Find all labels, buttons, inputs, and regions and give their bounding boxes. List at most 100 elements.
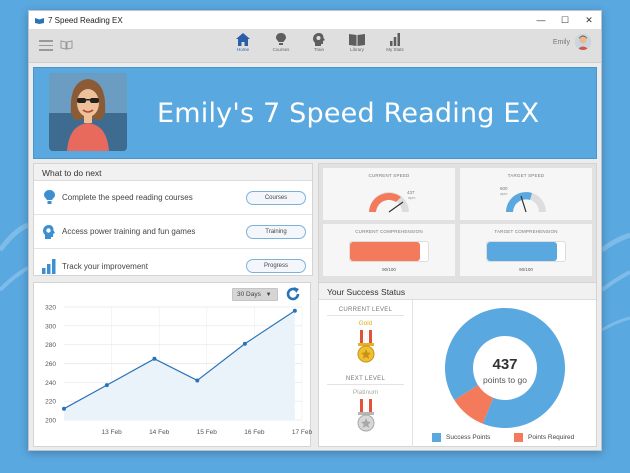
- training-button[interactable]: Training: [246, 224, 306, 239]
- gold-medal-icon: [357, 330, 375, 363]
- target-comprehension-card: TARGET COMPREHENSION 90/100: [460, 224, 592, 276]
- data-point: [152, 356, 157, 361]
- main-nav: Home Courses Train Library My Stats: [224, 31, 414, 52]
- target-speed-label: TARGET SPEED: [507, 173, 545, 178]
- target-speed-card: TARGET SPEED 600 wpm: [460, 168, 592, 220]
- nav-my-stats-label: My Stats: [386, 47, 404, 52]
- home-icon: [236, 33, 250, 46]
- legend-required: Points Required: [514, 433, 574, 442]
- todo-panel: What to do next Complete the speed readi…: [33, 163, 313, 276]
- username: Emily: [552, 38, 570, 46]
- bar-chart-icon: [390, 33, 400, 46]
- y-tick-label: 220: [45, 399, 56, 406]
- next-level-label: NEXT LEVEL: [345, 376, 386, 382]
- x-tick-label: 13 Feb: [101, 429, 122, 436]
- y-tick-label: 280: [45, 342, 56, 349]
- profile-photo: [49, 73, 127, 151]
- current-comprehension-value: 90/100: [382, 267, 396, 272]
- nav-courses[interactable]: Courses: [262, 31, 300, 52]
- current-comprehension-fill: [350, 242, 421, 261]
- data-point: [104, 383, 109, 388]
- current-speed-unit: wpm: [408, 196, 415, 200]
- target-speed-value: 600: [500, 186, 508, 191]
- legend-success: Success Points: [432, 433, 490, 442]
- nav-my-stats[interactable]: My Stats: [376, 31, 414, 52]
- nav-courses-label: Courses: [272, 47, 290, 52]
- current-comprehension-card: CURRENT COMPREHENSION 90/100: [323, 224, 455, 276]
- progress-chart-panel: 30 Days ▼ 200 220 240 260 280 300 320 13 Feb 14 …: [33, 282, 312, 447]
- current-speed-gauge: 437 wpm: [369, 190, 415, 213]
- maximize-button[interactable]: ☐: [553, 11, 577, 29]
- divider: [327, 384, 404, 385]
- platinum-medal-icon: [357, 399, 375, 432]
- y-tick-label: 240: [45, 380, 56, 387]
- next-level-name: Platinum: [352, 389, 379, 396]
- nav-train[interactable]: Train: [300, 31, 338, 52]
- close-button[interactable]: ✕: [577, 11, 601, 29]
- points-to-go-value: 437: [492, 356, 517, 373]
- current-speed-card: CURRENT SPEED 437 wpm: [323, 168, 455, 220]
- success-status-panel: Your Success Status CURRENT LEVEL Gold N…: [318, 282, 597, 447]
- data-point: [292, 308, 297, 313]
- area-fill: [64, 310, 295, 420]
- hero-banner: Emily's 7 Speed Reading EX: [33, 67, 597, 159]
- divider: [412, 300, 413, 447]
- success-donut-chart: 437 points to go: [445, 308, 565, 428]
- nav-library[interactable]: Library: [338, 31, 376, 52]
- book-library-icon: [349, 34, 365, 46]
- avatar: [575, 34, 591, 50]
- stats-grid: CURRENT SPEED 437 wpm TARGET SPEED 600 w…: [318, 163, 597, 283]
- open-book-icon[interactable]: [60, 40, 73, 50]
- y-tick-label: 320: [45, 305, 56, 312]
- divider: [327, 315, 404, 316]
- menu-icon[interactable]: [39, 40, 53, 51]
- nav-home[interactable]: Home: [224, 31, 262, 52]
- current-comprehension-label: CURRENT COMPREHENSION: [355, 229, 423, 234]
- y-tick-label: 200: [45, 418, 56, 425]
- minimize-button[interactable]: —: [529, 11, 553, 29]
- app-logo-icon: [35, 17, 44, 24]
- success-heading: Your Success Status: [319, 283, 596, 300]
- current-level-label: CURRENT LEVEL: [338, 307, 393, 313]
- todo-item-progress: Track your improvement Progress: [34, 249, 312, 283]
- todo-heading: What to do next: [34, 164, 312, 181]
- brain-head-icon: [313, 33, 325, 46]
- current-speed-value: 437: [407, 190, 415, 195]
- nav-library-label: Library: [350, 47, 364, 52]
- data-point: [195, 378, 200, 383]
- data-point: [242, 341, 247, 346]
- app-window: 7 Speed Reading EX — ☐ ✕ Home Courses Tr…: [28, 10, 602, 451]
- target-comprehension-bar: [486, 241, 566, 262]
- points-to-go-caption: points to go: [483, 375, 527, 385]
- data-point: [62, 406, 66, 411]
- page-title: Emily's 7 Speed Reading EX: [157, 98, 540, 129]
- legend-required-label: Points Required: [528, 434, 575, 441]
- lightbulb-icon: [276, 33, 286, 45]
- legend-swatch: [432, 433, 441, 442]
- todo-item-training: Access power training and fun games Trai…: [34, 215, 312, 249]
- legend-success-label: Success Points: [446, 434, 491, 441]
- current-comprehension-bar: [349, 241, 429, 262]
- bar-chart-icon: [42, 258, 56, 274]
- user-menu[interactable]: Emily: [553, 34, 591, 50]
- toolbar: Home Courses Train Library My Stats Emil…: [29, 29, 601, 63]
- nav-train-label: Train: [313, 47, 325, 52]
- x-tick-label: 17 Feb: [292, 429, 312, 436]
- progress-button[interactable]: Progress: [246, 259, 306, 273]
- y-tick-label: 300: [45, 323, 56, 330]
- lightbulb-icon: [43, 190, 55, 204]
- legend-swatch: [514, 433, 523, 442]
- title-bar: 7 Speed Reading EX — ☐ ✕: [29, 11, 601, 29]
- target-speed-unit: wpm: [500, 192, 507, 196]
- x-tick-label: 15 Feb: [197, 429, 218, 436]
- x-tick-label: 14 Feb: [149, 429, 170, 436]
- target-comprehension-value: 90/100: [519, 267, 533, 272]
- courses-button[interactable]: Courses: [246, 190, 306, 205]
- nav-home-label: Home: [236, 47, 249, 52]
- target-speed-gauge: 600 wpm: [500, 186, 546, 213]
- todo-item-courses: Complete the speed reading courses Cours…: [34, 181, 312, 215]
- target-comprehension-fill: [487, 242, 558, 261]
- progress-line-chart: 200 220 240 260 280 300 320 13 Feb 14 Feb 15 Feb 1…: [45, 305, 312, 437]
- current-speed-label: CURRENT SPEED: [368, 173, 410, 178]
- window-title: 7 Speed Reading EX: [48, 15, 123, 25]
